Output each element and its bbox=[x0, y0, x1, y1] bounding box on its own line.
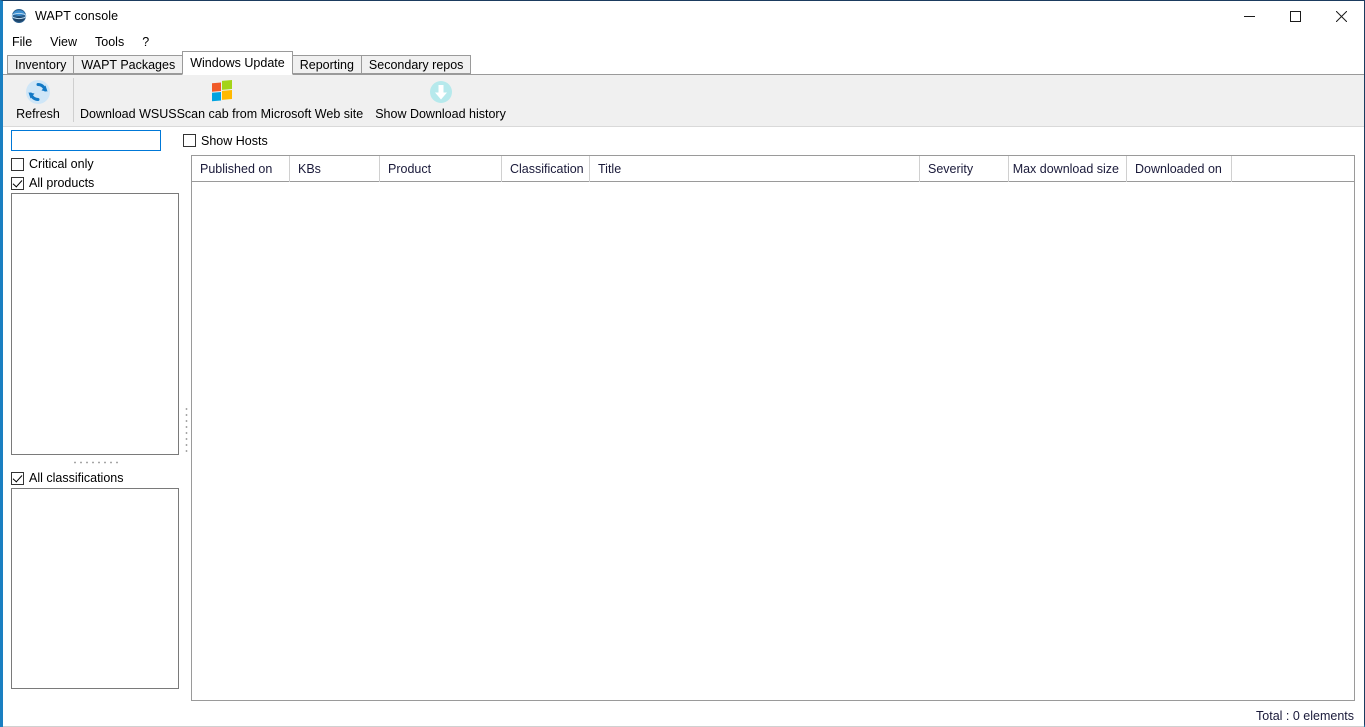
title-bar: WAPT console bbox=[3, 1, 1364, 31]
splitter-grip-dots bbox=[72, 461, 118, 464]
download-wsusscan-cab-button[interactable]: Download WSUSScan cab from Microsoft Web… bbox=[74, 75, 369, 127]
menu-item-help[interactable]: ? bbox=[142, 33, 158, 51]
column-header-downloaded-on[interactable]: Downloaded on bbox=[1127, 156, 1232, 182]
column-header-kbs[interactable]: KBs bbox=[290, 156, 380, 182]
column-header-severity[interactable]: Severity bbox=[920, 156, 1009, 182]
windows-logo-icon bbox=[209, 79, 235, 105]
toolbar: Refresh Download WSUSScan cab from Micro… bbox=[3, 75, 1364, 127]
refresh-button[interactable]: Refresh bbox=[3, 75, 73, 127]
all-classifications-checkbox[interactable]: All classifications bbox=[11, 471, 181, 485]
products-listbox[interactable] bbox=[11, 193, 179, 455]
all-products-label: All products bbox=[29, 176, 94, 190]
menu-item-file[interactable]: File bbox=[12, 33, 41, 51]
all-classifications-label: All classifications bbox=[29, 471, 123, 485]
column-header-product[interactable]: Product bbox=[380, 156, 502, 182]
all-classifications-checkbox-box bbox=[11, 472, 24, 485]
search-input[interactable] bbox=[11, 130, 161, 151]
status-line: Total : 0 elements bbox=[3, 704, 1364, 726]
menu-item-view[interactable]: View bbox=[50, 33, 86, 51]
tab-windows-update[interactable]: Windows Update bbox=[182, 51, 293, 75]
tab-reporting[interactable]: Reporting bbox=[292, 55, 362, 74]
all-products-checkbox[interactable]: All products bbox=[11, 176, 181, 190]
maximize-button[interactable] bbox=[1272, 1, 1318, 31]
tab-secondary-repos[interactable]: Secondary repos bbox=[361, 55, 472, 74]
column-header-filler[interactable] bbox=[1232, 156, 1354, 182]
download-arrow-icon bbox=[428, 79, 454, 105]
menu-bar: File View Tools ? bbox=[3, 31, 1364, 52]
tab-strip: Inventory WAPT Packages Windows Update R… bbox=[3, 52, 1364, 75]
grid-rows-area[interactable] bbox=[192, 182, 1354, 700]
show-hosts-checkbox-box bbox=[183, 134, 196, 147]
column-header-max-download-size[interactable]: Max download size bbox=[1009, 156, 1127, 182]
window-controls bbox=[1226, 1, 1364, 31]
close-button[interactable] bbox=[1318, 1, 1364, 31]
refresh-circular-arrows-icon bbox=[25, 79, 51, 105]
vertical-splitter-grip-dots bbox=[185, 406, 188, 452]
critical-only-label: Critical only bbox=[29, 157, 94, 171]
total-elements-label: Total : 0 elements bbox=[1256, 709, 1354, 723]
column-header-classification[interactable]: Classification bbox=[502, 156, 590, 182]
column-header-published-on[interactable]: Published on bbox=[192, 156, 290, 182]
updates-grid: Published on KBs Product Classification … bbox=[191, 155, 1355, 701]
all-products-checkbox-box bbox=[11, 177, 24, 190]
minimize-button[interactable] bbox=[1226, 1, 1272, 31]
filter-panel: Critical only All products All classific… bbox=[3, 154, 181, 704]
app-window: WAPT console File View Tools ? Inventory… bbox=[0, 0, 1365, 727]
menu-item-tools[interactable]: Tools bbox=[95, 33, 133, 51]
show-download-history-label: Show Download history bbox=[375, 107, 506, 121]
tab-wapt-packages[interactable]: WAPT Packages bbox=[73, 55, 183, 74]
panel-horizontal-splitter[interactable] bbox=[11, 455, 179, 469]
download-wsusscan-cab-label: Download WSUSScan cab from Microsoft Web… bbox=[80, 107, 363, 121]
refresh-button-label: Refresh bbox=[16, 107, 60, 121]
window-title: WAPT console bbox=[35, 9, 118, 23]
wapt-globe-icon bbox=[11, 8, 27, 24]
critical-only-checkbox-box bbox=[11, 158, 24, 171]
show-hosts-checkbox[interactable]: Show Hosts bbox=[183, 134, 268, 148]
critical-only-checkbox[interactable]: Critical only bbox=[11, 157, 181, 171]
main-body: Critical only All products All classific… bbox=[3, 154, 1364, 704]
filter-bar: Show Hosts bbox=[3, 127, 1364, 154]
grid-header-row: Published on KBs Product Classification … bbox=[192, 156, 1354, 182]
tab-inventory[interactable]: Inventory bbox=[7, 55, 74, 74]
show-download-history-button[interactable]: Show Download history bbox=[369, 75, 512, 127]
classifications-listbox[interactable] bbox=[11, 488, 179, 689]
panel-vertical-splitter[interactable] bbox=[181, 154, 191, 704]
column-header-title[interactable]: Title bbox=[590, 156, 920, 182]
show-hosts-label: Show Hosts bbox=[201, 134, 268, 148]
